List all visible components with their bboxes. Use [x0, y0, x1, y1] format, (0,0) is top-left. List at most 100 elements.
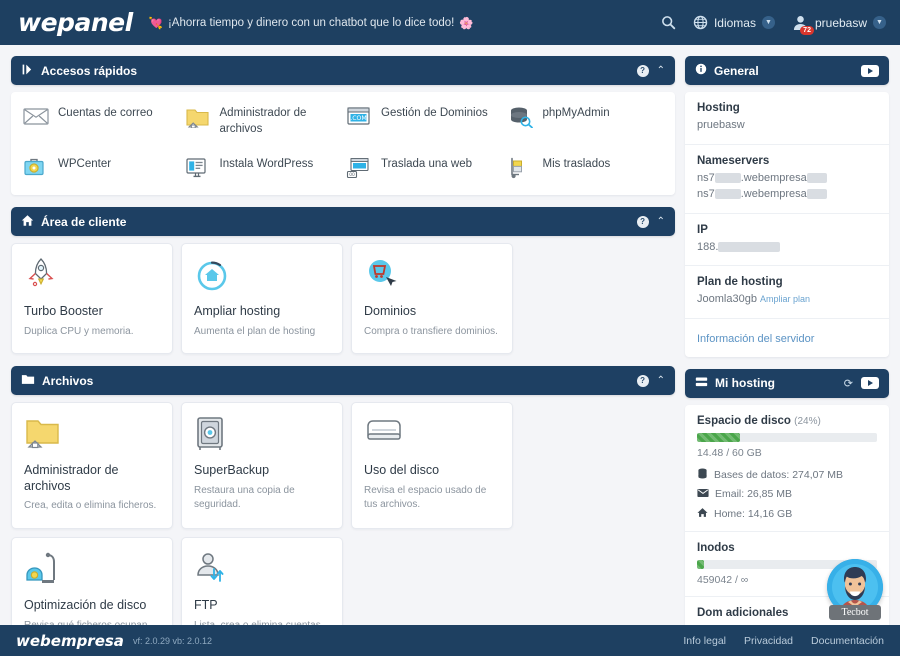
card-dominios[interactable]: Dominios Compra o transfiere dominios. — [351, 243, 513, 355]
user-menu[interactable]: 72 pruebasw ▼ — [792, 14, 886, 35]
card-desc: Revisa el espacio usado de tus archivos. — [364, 484, 487, 511]
page-footer: webempresa vf: 2.0.29 vb: 2.0.12 Info le… — [0, 625, 900, 656]
envelope-icon — [23, 106, 49, 130]
quick-link-instala-wordpress[interactable]: Instala WordPress — [185, 157, 341, 181]
tecbot-chat-widget[interactable]: Tecbot — [822, 559, 888, 620]
breakdown-databases: Bases de datos: 274,07 MB — [697, 468, 877, 482]
help-icon[interactable]: ? — [636, 374, 649, 387]
language-selector[interactable]: Idiomas ▼ — [693, 15, 775, 30]
card-administrador-de-archivos[interactable]: Administrador de archivos Crea, edita o … — [11, 402, 173, 529]
chevron-up-icon[interactable]: ⌃ — [657, 375, 665, 386]
meter-name: Dom adicionales — [697, 606, 789, 619]
webempresa-logo[interactable]: webempresa — [16, 632, 124, 650]
progress-bar — [697, 432, 877, 442]
refresh-icon[interactable]: ⟳ — [844, 377, 853, 390]
quick-link-label: Administrador de archivos — [219, 107, 307, 135]
breakdown-label: Home: 14,16 GB — [714, 507, 793, 520]
folder-home-icon — [24, 416, 160, 454]
card-title: Dominios — [364, 304, 417, 319]
quick-link-phpmyadmin[interactable]: phpMyAdmin — [508, 106, 664, 137]
card-turbo-booster[interactable]: Turbo Booster Duplica CPU y memoria. — [11, 243, 173, 355]
wepanel-logo[interactable]: wepanel — [18, 8, 133, 37]
quick-link-wpcenter[interactable]: WPCenter — [23, 157, 179, 181]
top-navigation-bar: wepanel 💘 ¡Ahorra tiempo y dinero con un… — [0, 0, 900, 45]
chevron-down-icon[interactable]: ▼ — [761, 16, 775, 29]
quick-link-administrador-de-archivos[interactable]: Administrador de archivos — [185, 106, 341, 137]
server-icon — [695, 376, 708, 391]
quick-link-gestion-de-dominios[interactable]: .COM Gestión de Dominios — [346, 106, 502, 137]
notification-badge: 72 — [800, 26, 814, 35]
home-icon — [21, 214, 34, 230]
tecbot-label: Tecbot — [829, 605, 881, 620]
safe-box-icon — [194, 416, 330, 454]
row-value: 188. — [697, 239, 877, 256]
card-superbackup[interactable]: SuperBackup Restaura una copia de seguri… — [181, 402, 343, 529]
youtube-icon[interactable] — [861, 377, 879, 389]
general-row-server-info[interactable]: Información del servidor — [685, 319, 889, 357]
panel-general: General Hosting pruebasw Nameservers ns7… — [685, 56, 889, 357]
chevron-up-icon[interactable]: ⌃ — [657, 65, 665, 76]
server-info-link[interactable]: Información del servidor — [697, 333, 814, 345]
youtube-icon[interactable] — [861, 64, 879, 77]
card-title: Turbo Booster — [24, 304, 103, 319]
footer-link-privacidad[interactable]: Privacidad — [744, 635, 793, 647]
panel-title: Área de cliente — [41, 214, 127, 229]
breakdown-home: Home: 14,16 GB — [697, 507, 877, 521]
panel-header-quick-access: Accesos rápidos ? ⌃ — [11, 56, 675, 85]
general-row-plan: Plan de hosting Joomla30gb Ampliar plan — [685, 266, 889, 319]
panel-body-general: Hosting pruebasw Nameservers ns7 .webempr… — [685, 92, 889, 357]
panel-header-general: General — [685, 56, 889, 85]
sidebar-column: General Hosting pruebasw Nameservers ns7… — [685, 56, 889, 656]
domain-window-icon: .COM — [346, 106, 372, 130]
panel-files: Archivos ? ⌃ Administrador de archivos C… — [11, 366, 675, 656]
footer-link-documentacion[interactable]: Documentación — [811, 635, 884, 647]
folder-home-icon — [185, 106, 211, 130]
quick-link-label: Mis traslados — [542, 158, 611, 171]
nameserver-suffix: .webempresa — [740, 188, 807, 200]
redacted-block — [714, 172, 741, 183]
footer-link-info-legal[interactable]: Info legal — [683, 635, 726, 647]
upgrade-plan-link[interactable]: Ampliar plan — [760, 294, 810, 304]
quick-link-label: Cuentas de correo — [58, 107, 153, 119]
quick-link-label: WPCenter — [58, 158, 112, 171]
meter-sub: 14.48 / 60 GB — [697, 446, 762, 459]
quick-link-traslada-una-web[interactable]: 00 Traslada una web — [346, 157, 502, 181]
help-icon[interactable]: ? — [636, 215, 649, 228]
row-label: Nameservers — [697, 154, 770, 167]
database-search-icon — [508, 106, 534, 130]
folder-icon — [21, 373, 35, 388]
promo-banner[interactable]: 💘 ¡Ahorra tiempo y dinero con un chatbot… — [149, 16, 474, 30]
quick-link-cuentas-de-correo[interactable]: Cuentas de correo — [23, 106, 179, 137]
chevron-up-icon[interactable]: ⌃ — [657, 216, 665, 227]
panel-header-client-area: Área de cliente ? ⌃ — [11, 207, 675, 237]
quick-link-mis-traslados[interactable]: Mis traslados — [508, 157, 664, 181]
meter-name: Espacio de disco — [697, 414, 791, 427]
plan-name: Joomla30gb — [697, 293, 757, 305]
rocket-icon — [24, 257, 160, 295]
quick-link-label: phpMyAdmin — [542, 107, 610, 119]
row-value: ns7 .webempresa ns7 .webempresa — [697, 170, 877, 203]
files-cards: Administrador de archivos Crea, edita o … — [11, 402, 675, 656]
search-icon — [661, 15, 676, 30]
transfer-web-icon: 00 — [346, 157, 372, 181]
search-button[interactable] — [661, 15, 676, 30]
help-icon[interactable]: ? — [636, 64, 649, 77]
meter-espacio-de-disco: Espacio de disco (24%) 14.48 / 60 GB Bas… — [685, 405, 889, 532]
page-content: Accesos rápidos ? ⌃ Cuentas de correo Ad… — [0, 45, 900, 656]
card-desc: Crea, edita o elimina ficheros. — [24, 500, 157, 512]
card-ampliar-hosting[interactable]: Ampliar hosting Aumenta el plan de hosti… — [181, 243, 343, 355]
top-bar-actions: Idiomas ▼ 72 pruebasw ▼ — [661, 14, 886, 35]
panel-header-files: Archivos ? ⌃ — [11, 366, 675, 396]
card-uso-del-disco[interactable]: Uso del disco Revisa el espacio usado de… — [351, 402, 513, 529]
redacted-block — [806, 172, 827, 183]
chevron-down-icon[interactable]: ▼ — [873, 16, 886, 29]
panel-client-area: Área de cliente ? ⌃ Turbo Booster Duplic… — [11, 207, 675, 355]
nameserver-prefix: ns7 — [697, 171, 715, 184]
panel-quick-access: Accesos rápidos ? ⌃ Cuentas de correo Ad… — [11, 56, 675, 196]
globe-icon — [693, 15, 708, 30]
client-area-cards: Turbo Booster Duplica CPU y memoria. Amp… — [11, 243, 675, 355]
general-row-ip: IP 188. — [685, 214, 889, 266]
language-label: Idiomas — [713, 15, 756, 30]
quick-link-label: Instala WordPress — [219, 158, 314, 171]
version-text: vf: 2.0.29 vb: 2.0.12 — [132, 635, 212, 646]
